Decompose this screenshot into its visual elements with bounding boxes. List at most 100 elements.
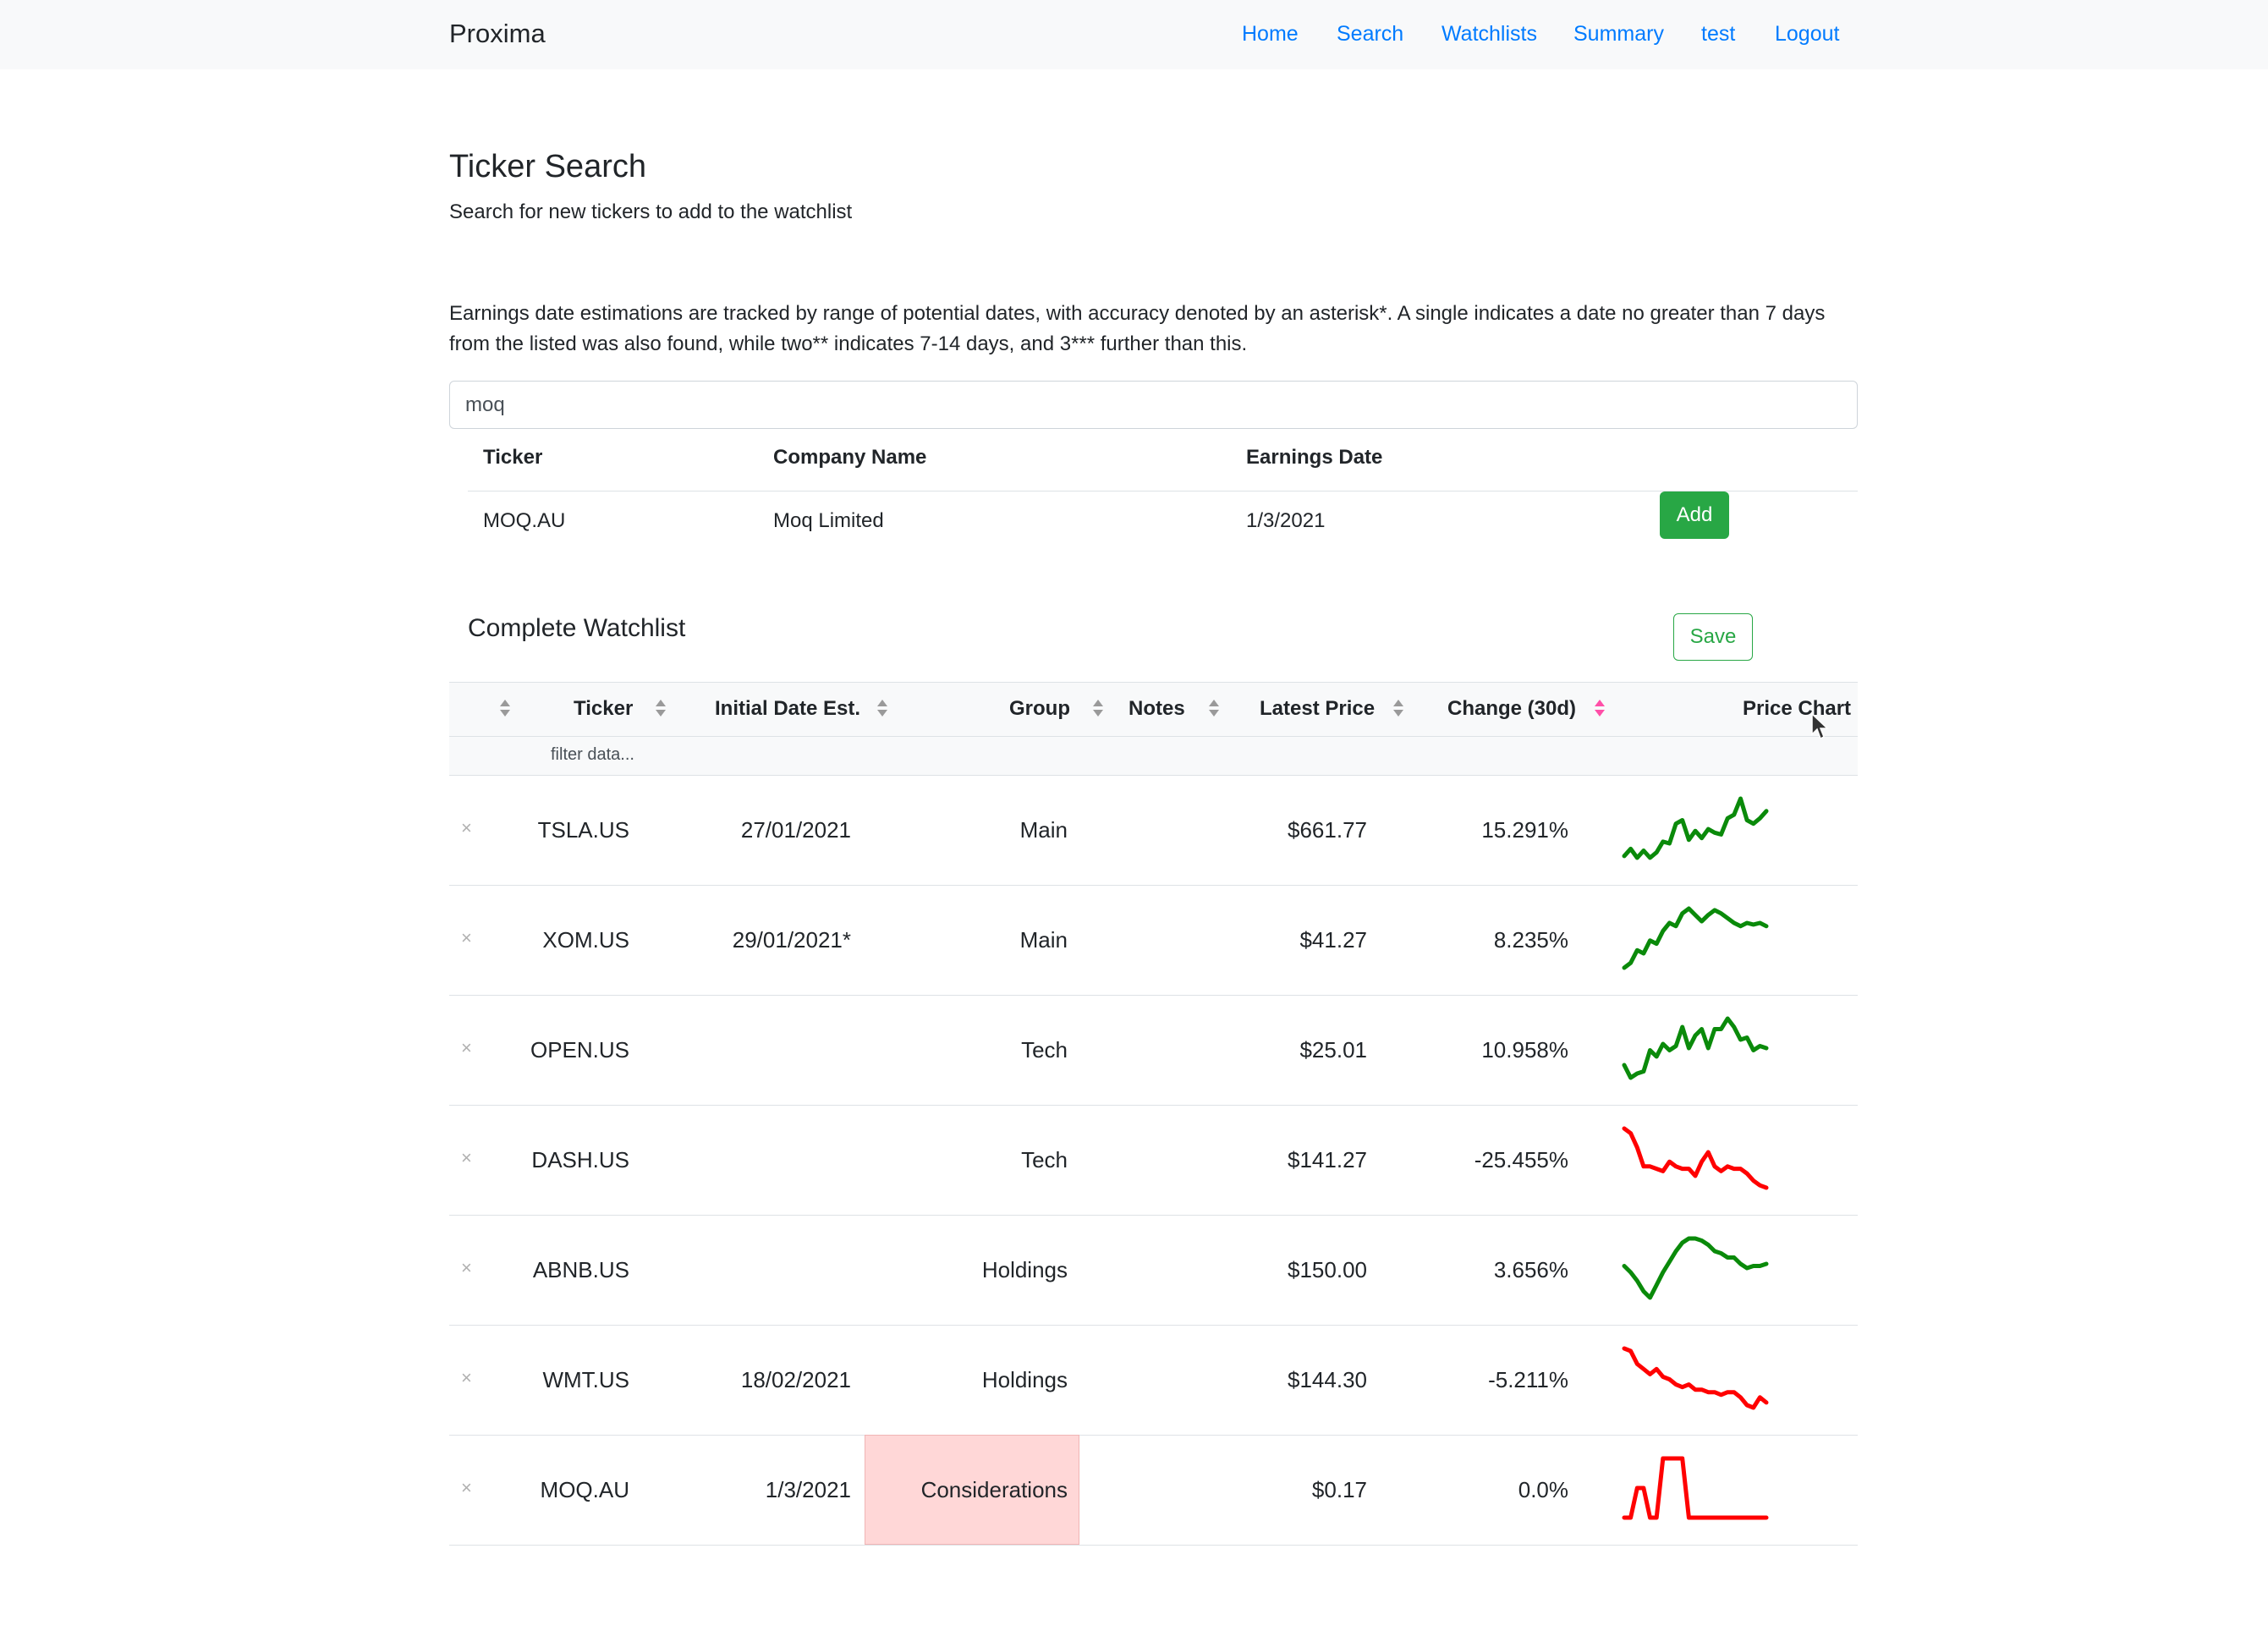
navbar: Proxima Home Search Watchlists Summary t… <box>0 0 2268 69</box>
result-ticker: MOQ.AU <box>483 509 566 532</box>
results-header-company: Company Name <box>773 446 927 469</box>
sort-remove-icon[interactable] <box>499 698 511 718</box>
header-group[interactable]: Group <box>1009 697 1070 721</box>
price-sparkline <box>1622 906 1769 970</box>
sort-ticker-icon[interactable] <box>655 698 667 718</box>
row-change-30d: 15.291% <box>1481 817 1568 843</box>
header-price-chart: Price Chart <box>1743 697 1852 720</box>
header-latest-price[interactable]: Latest Price <box>1260 697 1375 721</box>
remove-row-icon[interactable]: × <box>461 1257 472 1279</box>
result-company: Moq Limited <box>773 509 884 532</box>
result-earnings-date: 1/3/2021 <box>1246 509 1326 532</box>
page-subtitle: Search for new tickers to add to the wat… <box>449 200 853 223</box>
sparkline-path <box>1622 1236 1769 1300</box>
sort-latest-price-icon[interactable] <box>1392 698 1404 718</box>
price-sparkline <box>1622 1016 1769 1080</box>
nav-search[interactable]: Search <box>1337 22 1403 47</box>
table-row: × ABNB.US Holdings $150.00 3.656% <box>449 1215 1858 1325</box>
table-row: × OPEN.US Tech $25.01 10.958% <box>449 995 1858 1105</box>
price-sparkline <box>1622 796 1769 860</box>
sparkline-path <box>1622 1346 1769 1410</box>
row-initial-date: 1/3/2021 <box>765 1477 851 1502</box>
row-ticker: ABNB.US <box>532 1257 629 1282</box>
page-title: Ticker Search <box>449 149 646 184</box>
table-row: × WMT.US 18/02/2021 Holdings $144.30 -5.211% <box>449 1325 1858 1435</box>
sort-group-icon[interactable] <box>1092 698 1104 718</box>
price-sparkline <box>1622 1346 1769 1410</box>
nav-summary[interactable]: Summary <box>1573 22 1664 47</box>
row-change-30d: 3.656% <box>1493 1257 1568 1282</box>
row-latest-price: $25.01 <box>1299 1037 1367 1063</box>
row-change-30d: 8.235% <box>1493 927 1568 953</box>
ticker-search-input[interactable] <box>449 381 1858 429</box>
divider <box>468 491 1858 492</box>
table-row: × TSLA.US 27/01/2021 Main $661.77 15.291% <box>449 775 1858 885</box>
nav-logout[interactable]: Logout <box>1775 22 1839 47</box>
row-latest-price: $41.27 <box>1299 927 1367 953</box>
filter-data-input[interactable]: filter data... <box>551 745 634 765</box>
row-ticker: DASH.US <box>531 1147 629 1172</box>
header-change-30d[interactable]: Change (30d) <box>1447 697 1576 721</box>
watchlist-header <box>449 682 1858 775</box>
row-group[interactable]: Tech <box>1021 1147 1068 1173</box>
row-change-30d: 0.0% <box>1518 1477 1568 1502</box>
row-latest-price: $661.77 <box>1288 817 1367 843</box>
remove-row-icon[interactable]: × <box>461 1037 472 1059</box>
row-ticker: OPEN.US <box>530 1037 629 1063</box>
divider <box>449 682 1858 683</box>
sort-change-active-icon[interactable] <box>1594 698 1606 718</box>
row-group[interactable]: Holdings <box>982 1367 1068 1393</box>
row-latest-price: $150.00 <box>1288 1257 1367 1282</box>
sparkline-path <box>1622 906 1769 970</box>
results-header-earnings: Earnings Date <box>1246 446 1383 469</box>
sparkline-path <box>1622 1456 1769 1520</box>
remove-row-icon[interactable]: × <box>461 817 472 839</box>
row-group[interactable]: Main <box>1020 817 1068 843</box>
row-ticker: MOQ.AU <box>540 1477 629 1502</box>
header-notes[interactable]: Notes <box>1129 697 1185 721</box>
save-button[interactable]: Save <box>1673 613 1753 661</box>
row-change-30d: 10.958% <box>1481 1037 1568 1063</box>
row-initial-date: 27/01/2021 <box>740 817 851 843</box>
nav-home[interactable]: Home <box>1242 22 1299 47</box>
remove-row-icon[interactable]: × <box>461 927 472 949</box>
divider <box>449 736 1858 737</box>
price-sparkline <box>1622 1126 1769 1190</box>
row-latest-price: $0.17 <box>1311 1477 1367 1502</box>
row-group[interactable]: Considerations <box>921 1477 1068 1503</box>
sparkline-path <box>1622 1126 1769 1190</box>
price-sparkline <box>1622 1456 1769 1520</box>
row-ticker: WMT.US <box>542 1367 629 1392</box>
sparkline-path <box>1622 796 1769 860</box>
nav-watchlists[interactable]: Watchlists <box>1442 22 1537 47</box>
mouse-cursor-icon <box>1811 712 1829 740</box>
watchlist-title: Complete Watchlist <box>468 614 686 642</box>
sort-notes-icon[interactable] <box>1208 698 1220 718</box>
row-latest-price: $144.30 <box>1288 1367 1367 1392</box>
brand-logo[interactable]: Proxima <box>449 19 546 49</box>
table-row: × MOQ.AU 1/3/2021 Considerations $0.17 0.0% <box>449 1435 1858 1545</box>
sparkline-path <box>1622 1016 1769 1080</box>
row-group[interactable]: Tech <box>1021 1037 1068 1063</box>
row-group[interactable]: Main <box>1020 927 1068 953</box>
table-row: × DASH.US Tech $141.27 -25.455% <box>449 1105 1858 1215</box>
header-initial-date[interactable]: Initial Date Est. <box>715 697 860 721</box>
row-latest-price: $141.27 <box>1288 1147 1367 1172</box>
row-change-30d: -25.455% <box>1474 1147 1568 1172</box>
divider <box>449 1545 1858 1546</box>
remove-row-icon[interactable]: × <box>461 1477 472 1499</box>
add-ticker-button[interactable]: Add <box>1660 492 1729 539</box>
row-ticker: TSLA.US <box>537 817 629 843</box>
remove-row-icon[interactable]: × <box>461 1147 472 1169</box>
header-ticker[interactable]: Ticker <box>574 697 633 721</box>
earnings-info-text: Earnings date estimations are tracked by… <box>449 302 1826 355</box>
results-header-ticker: Ticker <box>483 446 543 469</box>
row-change-30d: -5.211% <box>1488 1367 1568 1392</box>
remove-row-icon[interactable]: × <box>461 1367 472 1389</box>
row-initial-date: 18/02/2021 <box>740 1367 851 1392</box>
table-row: × XOM.US 29/01/2021* Main $41.27 8.235% <box>449 885 1858 995</box>
nav-user[interactable]: test <box>1701 22 1735 47</box>
sort-initial-date-icon[interactable] <box>876 698 888 718</box>
row-initial-date: 29/01/2021* <box>732 927 851 953</box>
row-group[interactable]: Holdings <box>982 1257 1068 1283</box>
